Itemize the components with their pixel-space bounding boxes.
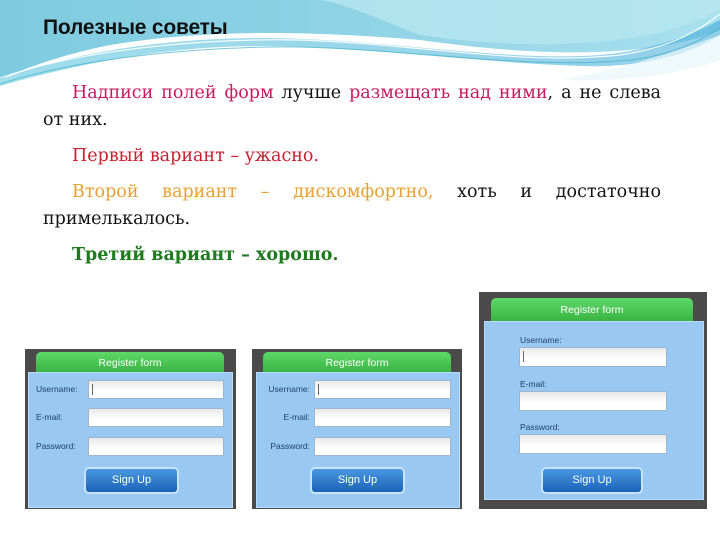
username-input[interactable] <box>88 380 224 399</box>
tip-text: лучше <box>273 83 350 103</box>
tip-highlight: размещать над ними <box>349 83 548 103</box>
username-input[interactable] <box>519 347 667 367</box>
password-input[interactable] <box>314 437 451 456</box>
password-input[interactable] <box>88 437 224 456</box>
text-cursor <box>318 384 319 395</box>
password-label: Password: <box>520 422 560 432</box>
text-cursor <box>523 351 524 362</box>
tip-paragraph-3: Второй вариант – дискомфортно, хоть и до… <box>43 179 661 233</box>
register-form-top-labels: Register form Username: E-mail: Password… <box>479 292 707 509</box>
email-input[interactable] <box>314 408 451 427</box>
email-label: E-mail: <box>36 412 63 422</box>
username-label: Username: <box>268 384 310 394</box>
password-label: Password: <box>36 441 76 451</box>
email-label: E-mail: <box>283 412 310 422</box>
tip-highlight: Второй вариант – дискомфортно, <box>72 182 434 202</box>
text-cursor <box>92 384 93 395</box>
username-label: Username: <box>36 384 78 394</box>
email-input[interactable] <box>519 391 667 411</box>
email-input[interactable] <box>88 408 224 427</box>
register-form-left-labels: Register form Username: E-mail: Password… <box>25 349 236 509</box>
tip-paragraph-4: Третий вариант – хорошо. <box>72 245 339 265</box>
email-label: E-mail: <box>520 379 547 389</box>
password-input[interactable] <box>519 434 667 454</box>
slide-title: Полезные советы <box>43 16 228 39</box>
username-label: Username: <box>520 335 562 345</box>
sign-up-button[interactable]: Sign Up <box>84 467 179 494</box>
username-input[interactable] <box>314 380 451 399</box>
password-label: Password: <box>270 441 310 451</box>
register-form-right-labels: Register form Username: E-mail: Password… <box>252 349 462 509</box>
sign-up-button[interactable]: Sign Up <box>541 467 643 494</box>
tip-paragraph-2: Первый вариант – ужасно. <box>72 146 320 166</box>
tip-highlight: Надписи полей форм <box>72 83 274 103</box>
sign-up-button[interactable]: Sign Up <box>310 467 405 494</box>
tip-paragraph-1: Надписи полей форм лучше размещать над н… <box>43 80 661 134</box>
tips-text: Надписи полей форм лучше размещать над н… <box>43 80 661 278</box>
